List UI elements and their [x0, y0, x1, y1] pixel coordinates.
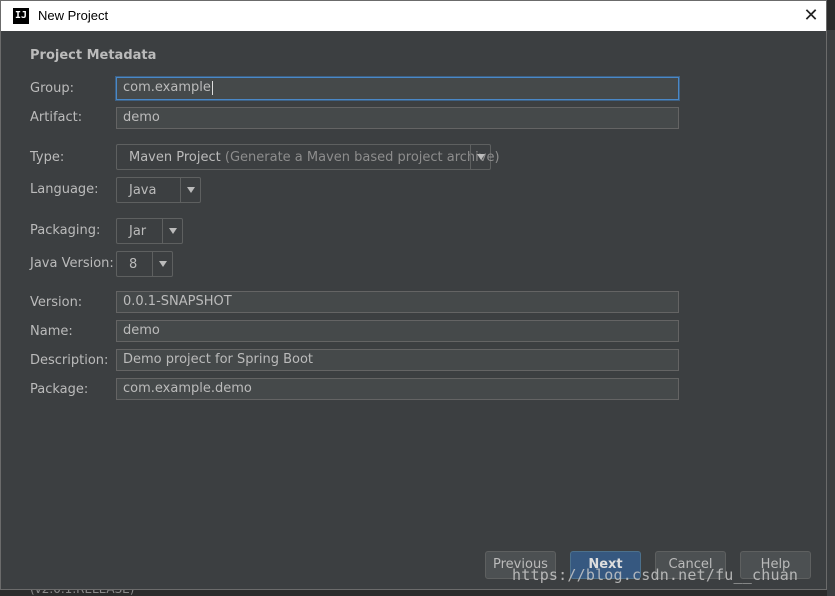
- text-caret: [211, 80, 213, 95]
- description-label: Description:: [30, 353, 109, 368]
- language-combobox[interactable]: Java: [116, 177, 201, 203]
- section-title: Project Metadata: [30, 48, 157, 63]
- type-combo-text: Maven Project (Generate a Maven based pr…: [129, 150, 500, 165]
- watermark: https://blog.csdn.net/fu__chuan: [512, 566, 799, 584]
- packaging-label: Packaging:: [30, 223, 101, 238]
- intellij-app-icon: IJ: [13, 8, 29, 24]
- group-label: Group:: [30, 81, 74, 96]
- artifact-input[interactable]: demo: [116, 107, 679, 129]
- close-icon[interactable]: ✕: [797, 3, 825, 29]
- chevron-down-icon[interactable]: [162, 219, 183, 243]
- chevron-down-icon[interactable]: [180, 178, 201, 202]
- background-ide-edge: [827, 30, 835, 596]
- chevron-down-icon[interactable]: [152, 252, 173, 276]
- name-value: demo: [123, 323, 160, 338]
- java-version-combobox[interactable]: 8: [116, 251, 173, 277]
- description-input[interactable]: Demo project for Spring Boot: [116, 349, 679, 371]
- group-value: com.example: [123, 80, 211, 95]
- type-hint: (Generate a Maven based project archive): [224, 150, 500, 165]
- version-value: 0.0.1-SNAPSHOT: [123, 294, 232, 309]
- language-label: Language:: [30, 182, 99, 197]
- dialog-titlebar[interactable]: IJ New Project ✕: [1, 1, 826, 31]
- packaging-value: Jar: [129, 224, 147, 239]
- chevron-down-icon[interactable]: [470, 145, 491, 169]
- package-label: Package:: [30, 382, 89, 397]
- artifact-value: demo: [123, 110, 160, 125]
- description-value: Demo project for Spring Boot: [123, 352, 314, 367]
- group-input[interactable]: com.example: [116, 77, 679, 100]
- language-value: Java: [129, 183, 157, 198]
- artifact-label: Artifact:: [30, 110, 83, 125]
- type-combobox[interactable]: Maven Project (Generate a Maven based pr…: [116, 144, 500, 170]
- java-version-label: Java Version:: [30, 256, 114, 271]
- java-version-value: 8: [129, 257, 138, 272]
- type-label: Type:: [30, 150, 65, 165]
- version-label: Version:: [30, 295, 83, 310]
- name-label: Name:: [30, 324, 73, 339]
- package-value: com.example.demo: [123, 381, 252, 396]
- package-input[interactable]: com.example.demo: [116, 378, 679, 400]
- packaging-combobox[interactable]: Jar: [116, 218, 183, 244]
- version-input[interactable]: 0.0.1-SNAPSHOT: [116, 291, 679, 313]
- type-value: Maven Project: [129, 150, 221, 165]
- dialog-title: New Project: [38, 8, 109, 23]
- name-input[interactable]: demo: [116, 320, 679, 342]
